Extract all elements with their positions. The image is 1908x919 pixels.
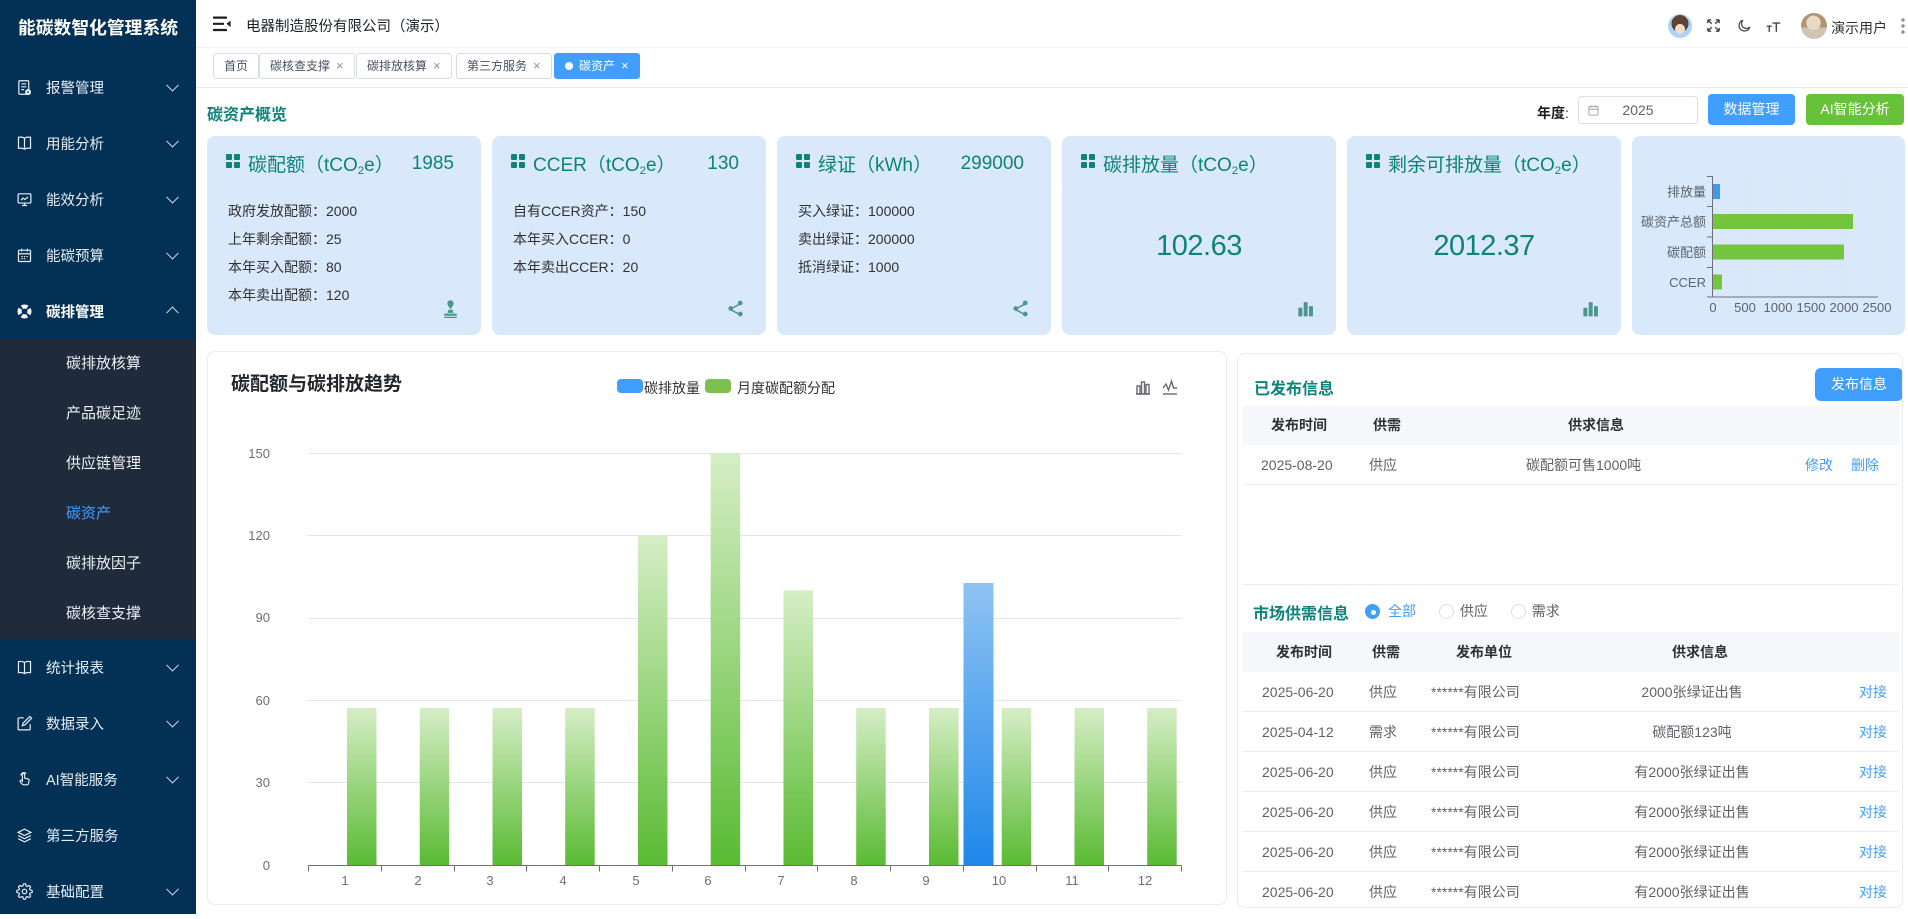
svg-text:2: 2 (414, 873, 421, 888)
svg-text:500: 500 (1734, 300, 1756, 315)
svg-text:120: 120 (248, 528, 270, 543)
svg-text:1000: 1000 (1764, 300, 1793, 315)
svg-text:1: 1 (341, 873, 348, 888)
svg-text:5: 5 (632, 873, 639, 888)
svg-text:3: 3 (486, 873, 493, 888)
svg-text:4: 4 (559, 873, 566, 888)
svg-text:60: 60 (256, 693, 270, 708)
svg-text:6: 6 (704, 873, 711, 888)
svg-text:8: 8 (850, 873, 857, 888)
svg-text:2000: 2000 (1830, 300, 1859, 315)
svg-text:11: 11 (1065, 873, 1079, 888)
svg-text:10: 10 (992, 873, 1006, 888)
svg-text:1500: 1500 (1797, 300, 1826, 315)
svg-text:排放量: 排放量 (1667, 185, 1706, 200)
svg-text:CCER: CCER (1669, 275, 1706, 290)
svg-text:12: 12 (1138, 873, 1152, 888)
svg-text:9: 9 (922, 873, 929, 888)
svg-text:2500: 2500 (1863, 300, 1892, 315)
svg-text:0: 0 (263, 858, 270, 873)
svg-text:碳配额: 碳配额 (1667, 245, 1706, 260)
svg-text:150: 150 (248, 446, 270, 461)
svg-text:30: 30 (256, 775, 270, 790)
svg-text:碳资产总额: 碳资产总额 (1641, 215, 1706, 230)
svg-text:7: 7 (777, 873, 784, 888)
svg-text:90: 90 (256, 610, 270, 625)
svg-text:0: 0 (1709, 300, 1716, 315)
